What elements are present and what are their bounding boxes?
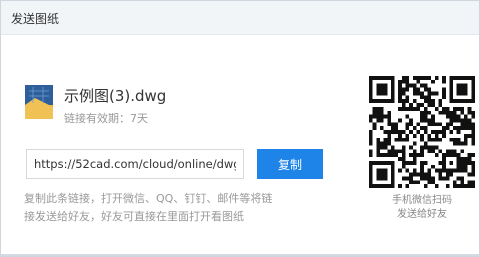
- qr-code: [369, 76, 475, 188]
- dialog-bottom-border: [1, 254, 479, 256]
- share-hint-line-1: 复制此条链接，打开微信、QQ、钉钉、邮件等将链: [24, 192, 273, 205]
- share-hint: 复制此条链接，打开微信、QQ、钉钉、邮件等将链 接发送给好友，好友可直接在里面打…: [24, 190, 274, 226]
- share-hint-line-2: 接发送给好友，好友可直接在里面打开看图纸: [24, 210, 244, 223]
- file-name: 示例图(3).dwg: [64, 87, 167, 105]
- qr-code-icon: [369, 76, 475, 188]
- send-drawing-dialog: 发送图纸 示例图(3).dwg 链接有效期：7天 复制 复制此条链接，打开微信、…: [0, 0, 480, 257]
- link-expiry: 链接有效期：7天: [64, 112, 148, 125]
- qr-caption-line-2: 发送给好友: [397, 209, 447, 220]
- dwg-file-icon: [25, 85, 53, 119]
- copy-button[interactable]: 复制: [257, 149, 323, 179]
- share-link-input[interactable]: [26, 149, 244, 179]
- dialog-titlebar: 发送图纸: [1, 1, 479, 35]
- dialog-title: 发送图纸: [11, 12, 60, 26]
- qr-caption-line-1: 手机微信扫码: [392, 195, 452, 206]
- qr-caption: 手机微信扫码 发送给好友: [375, 194, 469, 222]
